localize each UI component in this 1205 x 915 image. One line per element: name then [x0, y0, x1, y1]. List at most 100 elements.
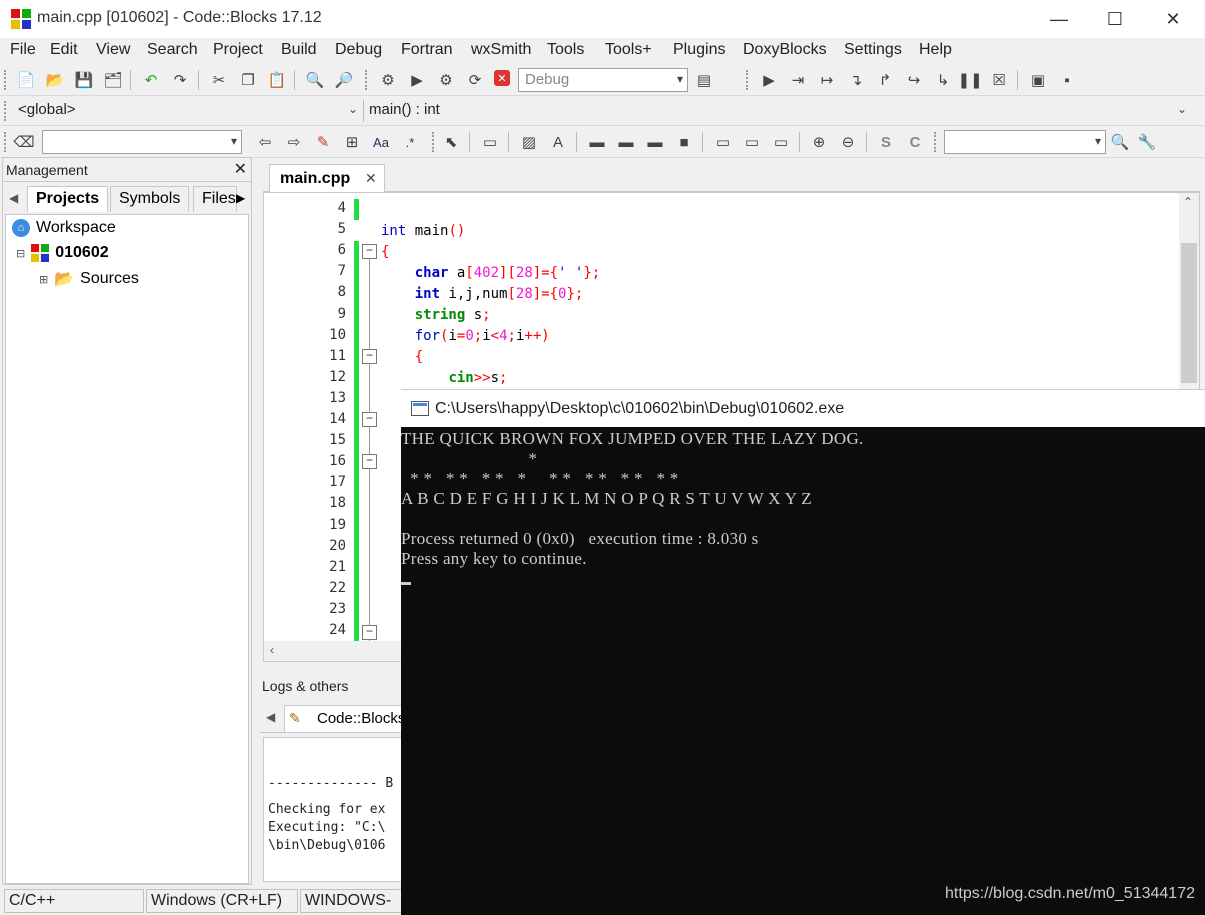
save-icon[interactable]: 💾 — [74, 70, 94, 90]
menu-debug[interactable]: Debug — [335, 38, 382, 59]
layout-3-icon[interactable]: ▬ — [645, 132, 665, 152]
menu-file[interactable]: File — [10, 38, 36, 59]
menu-build[interactable]: Build — [281, 38, 317, 59]
scope-select[interactable]: <global> ⌄ — [12, 99, 362, 123]
scroll-left-icon[interactable]: ‹ — [270, 643, 274, 657]
console-window[interactable]: C:\Users\happy\Desktop\c\010602\bin\Debu… — [401, 389, 1205, 915]
close-button[interactable]: ✕ — [1145, 0, 1201, 38]
tab-codeblocks-log[interactable]: ✎ Code::Blocks — [284, 705, 409, 733]
tab-main-cpp[interactable]: main.cpp ✕ — [269, 164, 385, 192]
console-title-bar[interactable]: C:\Users\happy\Desktop\c\010602\bin\Debu… — [401, 389, 1205, 427]
s-tool-icon[interactable]: S — [876, 132, 896, 152]
build-gear-icon[interactable]: ⚙ — [378, 70, 398, 90]
layout-2-icon[interactable]: ▬ — [616, 132, 636, 152]
step-out-icon[interactable]: ↱ — [875, 70, 895, 90]
fold-collapse-icon[interactable]: − — [362, 244, 377, 259]
search-combo[interactable]: ▾ — [42, 130, 242, 154]
fold-collapse-icon[interactable]: − — [362, 349, 377, 364]
clear-search-icon[interactable]: ⌫ — [13, 132, 34, 152]
undo-icon[interactable]: ↶ — [141, 70, 161, 90]
toolbar-grip[interactable] — [4, 132, 7, 152]
pointer-icon[interactable]: ⬉ — [441, 132, 461, 152]
step-instruction-icon[interactable]: ↳ — [933, 70, 953, 90]
text-tool-icon[interactable]: A — [548, 132, 568, 152]
fold-collapse-icon[interactable]: − — [362, 454, 377, 469]
tree-expand-icon[interactable]: ⊞ — [39, 273, 48, 286]
next-line-icon[interactable]: ↦ — [817, 70, 837, 90]
shape-1-icon[interactable]: ▭ — [713, 132, 733, 152]
debug-run-icon[interactable]: ▶ — [759, 70, 779, 90]
search-icon[interactable]: 🔍 — [1110, 132, 1130, 152]
minimize-button[interactable]: — — [1031, 0, 1087, 38]
abort-icon[interactable]: ✕ — [494, 70, 510, 86]
zoom-in-icon[interactable]: ⊕ — [809, 132, 829, 152]
tab-projects[interactable]: Projects — [27, 186, 109, 212]
open-file-icon[interactable]: 📂 — [45, 70, 65, 90]
save-all-icon[interactable]: 🗂 — [103, 70, 123, 90]
console-output[interactable]: THE QUICK BROWN FOX JUMPED OVER THE LAZY… — [401, 427, 1205, 915]
pause-icon[interactable]: ❚❚ — [957, 70, 982, 90]
tab-symbols[interactable]: Symbols — [110, 186, 190, 212]
shape-2-icon[interactable]: ▭ — [742, 132, 762, 152]
fold-collapse-icon[interactable]: − — [362, 625, 377, 640]
regex-icon[interactable]: .* — [400, 132, 420, 152]
next-instruction-icon[interactable]: ↪ — [904, 70, 924, 90]
find-next-icon[interactable]: ⇨ — [284, 132, 304, 152]
new-file-icon[interactable]: 📄 — [16, 70, 36, 90]
build-options-icon[interactable]: ▤ — [694, 70, 714, 90]
cut-icon[interactable]: ✂ — [209, 70, 229, 90]
menu-tools[interactable]: Tools — [547, 38, 584, 59]
menu-doxyblocks[interactable]: DoxyBlocks — [743, 38, 827, 59]
scroll-right-icon[interactable]: ▶ — [236, 191, 245, 205]
c-tool-icon[interactable]: C — [905, 132, 925, 152]
match-case-icon[interactable]: Aa — [371, 132, 391, 152]
replace-icon[interactable]: 🔎 — [334, 70, 354, 90]
function-select[interactable]: main() : int ⌄ — [363, 99, 1191, 123]
highlight-icon[interactable]: ✎ — [313, 132, 333, 152]
scroll-left-icon[interactable]: ◀ — [9, 191, 18, 205]
menu-fortran[interactable]: Fortran — [401, 38, 453, 59]
debug-info-icon[interactable]: ▪ — [1057, 70, 1077, 90]
menu-plugins[interactable]: Plugins — [673, 38, 725, 59]
stop-debug-icon[interactable]: ☒ — [989, 70, 1009, 90]
layout-1-icon[interactable]: ▬ — [587, 132, 607, 152]
menu-project[interactable]: Project — [213, 38, 263, 59]
toolbar-grip[interactable] — [365, 70, 368, 90]
fold-collapse-icon[interactable]: − — [362, 412, 377, 427]
close-icon[interactable]: ✕ — [365, 170, 377, 187]
build-and-run-icon[interactable]: ⚙ — [436, 70, 456, 90]
image-tool-icon[interactable]: ▨ — [519, 132, 539, 152]
run-to-cursor-icon[interactable]: ⇥ — [788, 70, 808, 90]
build-target-select[interactable]: Debug ▾ — [518, 68, 688, 92]
scroll-up-icon[interactable]: ⌃ — [1183, 195, 1193, 209]
layout-4-icon[interactable]: ■ — [674, 132, 694, 152]
menu-edit[interactable]: Edit — [50, 38, 78, 59]
step-into-icon[interactable]: ↴ — [846, 70, 866, 90]
toolbar-grip[interactable] — [934, 132, 937, 152]
menu-search[interactable]: Search — [147, 38, 198, 59]
settings-wrench-icon[interactable]: 🔧 — [1137, 132, 1157, 152]
debug-windows-icon[interactable]: ▣ — [1028, 70, 1048, 90]
shape-3-icon[interactable]: ▭ — [771, 132, 791, 152]
find-icon[interactable]: 🔍 — [305, 70, 325, 90]
find-combo[interactable]: ▾ — [944, 130, 1106, 154]
toolbar-grip[interactable] — [4, 101, 7, 121]
tree-sources[interactable]: ⊞ 📂 Sources — [39, 269, 139, 289]
redo-icon[interactable]: ↷ — [170, 70, 190, 90]
tree-collapse-icon[interactable]: ⊟ — [16, 247, 25, 260]
paste-icon[interactable]: 📋 — [267, 70, 287, 90]
toolbar-grip[interactable] — [746, 70, 749, 90]
rect-tool-icon[interactable]: ▭ — [480, 132, 500, 152]
scroll-thumb[interactable] — [1181, 243, 1197, 383]
menu-view[interactable]: View — [96, 38, 130, 59]
menu-tools-plus[interactable]: Tools+ — [605, 38, 652, 59]
scroll-left-icon[interactable]: ◀ — [266, 710, 275, 724]
rebuild-icon[interactable]: ⟳ — [465, 70, 485, 90]
zoom-out-icon[interactable]: ⊖ — [838, 132, 858, 152]
toolbar-grip[interactable] — [4, 70, 7, 90]
tree-project[interactable]: ⊟ 010602 — [16, 244, 109, 262]
menu-settings[interactable]: Settings — [844, 38, 902, 59]
maximize-button[interactable]: ☐ — [1087, 0, 1143, 38]
selection-only-icon[interactable]: ⊞ — [342, 132, 362, 152]
copy-icon[interactable]: ❐ — [238, 70, 258, 90]
